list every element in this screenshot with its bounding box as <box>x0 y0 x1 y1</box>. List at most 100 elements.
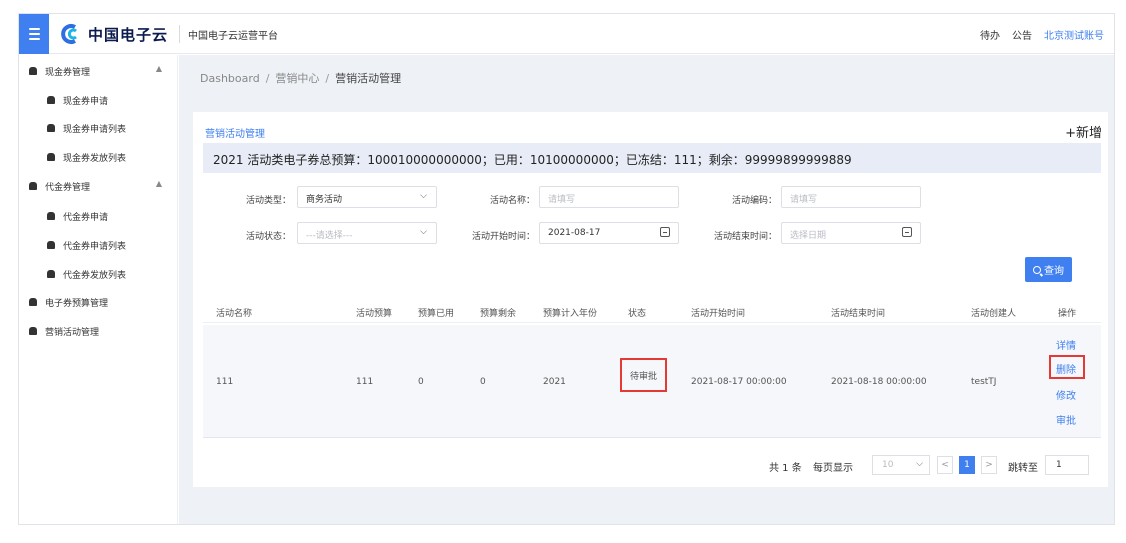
car-icon <box>47 212 55 220</box>
brand-logo[interactable]: 中国电子云 <box>61 23 168 45</box>
sidebar-item-label: 现金券申请 <box>63 96 109 107</box>
car-icon <box>47 270 55 278</box>
main-content: Dashboard / 营销中心 / 营销活动管理 营销活动管理 +新增 2021 活动… <box>179 55 1114 524</box>
activity-type-label: 活动类型： <box>245 196 291 206</box>
menu-icon[interactable] <box>19 14 49 54</box>
add-button[interactable]: +新增 <box>1065 122 1102 141</box>
sidebar-item-voucher-apply-list[interactable]: 代金券申请列表 <box>19 235 178 255</box>
sidebar-group-cash-coupon[interactable]: 现金券管理 ▲ <box>19 61 178 81</box>
breadcrumb: Dashboard / 营销中心 / 营销活动管理 <box>200 70 401 86</box>
activity-status-label: 活动状态： <box>245 232 291 242</box>
search-icon <box>1033 265 1041 274</box>
sidebar-group-voucher[interactable]: 代金券管理 ▲ <box>19 176 178 196</box>
sidebar: 现金券管理 ▲ 现金券申请 现金券申请列表 现金券发放列表 代金券管理 ▲ 代金… <box>19 55 178 524</box>
top-right-links: 待办 公告 北京测试账号 <box>980 27 1104 42</box>
sidebar-item-label: 营销活动管理 <box>45 327 100 338</box>
column-header: 活动创建人 <box>971 309 1017 319</box>
caret-up-icon: ▲ <box>155 64 162 73</box>
breadcrumb-separator: / <box>265 72 270 85</box>
activity-status-select[interactable]: ---请选择--- ⌵ <box>297 222 437 244</box>
jump-input[interactable]: 1 <box>1045 455 1089 475</box>
next-page-button[interactable]: > <box>981 456 997 474</box>
column-header: 活动预算 <box>356 309 393 319</box>
column-header: 活动结束时间 <box>831 309 886 319</box>
end-date-placeholder: 选择日期 <box>790 231 827 241</box>
sidebar-item-marketing[interactable]: 营销活动管理 <box>19 321 178 341</box>
column-header: 预算已用 <box>418 309 455 319</box>
account-link[interactable]: 北京测试账号 <box>1044 27 1104 42</box>
breadcrumb-item[interactable]: 营销中心 <box>275 72 319 85</box>
page-button[interactable]: 1 <box>959 456 975 474</box>
budget-summary: 2021 活动类电子券总预算：100010000000000；已用：101000… <box>203 143 1101 173</box>
caret-up-icon: ▲ <box>155 179 162 188</box>
sidebar-group-label: 代金券管理 <box>45 182 91 193</box>
start-date-value: 2021-08-17 <box>548 228 601 238</box>
status-text: 待审批 <box>629 371 657 382</box>
prev-page-button[interactable]: < <box>937 456 953 474</box>
activity-status-placeholder: ---请选择--- <box>306 231 353 241</box>
car-icon <box>29 327 37 335</box>
top-bar: 中国电子云 中国电子云运营平台 待办 公告 北京测试账号 <box>19 14 1114 54</box>
sidebar-group-label: 现金券管理 <box>45 67 91 78</box>
calendar-icon <box>902 227 912 237</box>
sidebar-item-budget[interactable]: 电子券预算管理 <box>19 292 178 312</box>
car-icon <box>47 96 55 104</box>
activity-code-input[interactable]: 请填写 <box>781 186 921 208</box>
cell-start-time: 2021-08-17 00:00:00 <box>691 377 787 387</box>
car-icon <box>47 241 55 249</box>
app-frame: 中国电子云 中国电子云运营平台 待办 公告 北京测试账号 现金券管理 ▲ 现金券… <box>18 13 1115 525</box>
jump-label: 跳转至 <box>1008 463 1038 474</box>
sidebar-item-label: 代金券申请列表 <box>63 241 127 252</box>
approve-link[interactable]: 审批 <box>1056 412 1076 427</box>
start-date-picker[interactable]: 2021-08-17 <box>539 222 679 244</box>
sidebar-item-label: 代金券发放列表 <box>63 270 127 281</box>
delete-link[interactable]: 删除 <box>1056 361 1076 376</box>
cell-budget: 111 <box>356 377 374 387</box>
column-header: 活动名称 <box>216 309 253 319</box>
edit-link[interactable]: 修改 <box>1056 387 1076 402</box>
query-button[interactable]: 查询 <box>1025 257 1072 282</box>
sidebar-item-voucher-issue-list[interactable]: 代金券发放列表 <box>19 264 178 284</box>
sidebar-item-label: 现金券申请列表 <box>63 124 127 135</box>
sidebar-item-voucher-apply[interactable]: 代金券申请 <box>19 206 178 226</box>
activity-name-input[interactable]: 请填写 <box>539 186 679 208</box>
brand-logo-icon <box>61 24 77 44</box>
column-header: 预算计入年份 <box>543 309 598 319</box>
sidebar-item-cash-issue-list[interactable]: 现金券发放列表 <box>19 147 178 167</box>
table-row: 111 111 0 0 2021 待审批 2021-08-17 00:00:00… <box>203 325 1101 438</box>
cell-year: 2021 <box>543 377 566 387</box>
car-icon <box>29 182 37 190</box>
todo-link[interactable]: 待办 <box>980 27 1000 42</box>
breadcrumb-current: 营销活动管理 <box>335 72 402 85</box>
activity-name-label: 活动名称： <box>489 196 535 206</box>
sidebar-item-cash-apply-list[interactable]: 现金券申请列表 <box>19 118 178 138</box>
sidebar-item-label: 电子券预算管理 <box>45 298 109 309</box>
divider <box>179 25 180 43</box>
notice-link[interactable]: 公告 <box>1012 27 1032 42</box>
activity-type-select[interactable]: 商务活动 ⌵ <box>297 186 437 208</box>
page-size-select[interactable]: 10 ⌵ <box>872 455 930 475</box>
detail-link[interactable]: 详情 <box>1056 337 1076 352</box>
end-time-label: 活动结束时间： <box>713 232 777 242</box>
sidebar-item-label: 代金券申请 <box>63 212 109 223</box>
chevron-down-icon: ⌵ <box>420 191 427 201</box>
start-time-label: 活动开始时间： <box>471 232 535 242</box>
pagination: 共 1 条 每页显示 10 ⌵ < 1 > 跳转至 1 <box>203 455 1101 475</box>
chevron-down-icon: ⌵ <box>916 459 923 469</box>
car-icon <box>47 153 55 161</box>
sidebar-item-label: 现金券发放列表 <box>63 153 127 164</box>
breadcrumb-item[interactable]: Dashboard <box>200 72 260 85</box>
sidebar-item-cash-apply[interactable]: 现金券申请 <box>19 90 178 110</box>
table-header: 活动名称 活动预算 预算已用 预算剩余 预算计入年份 状态 活动开始时间 活动结… <box>203 299 1101 323</box>
cell-used: 0 <box>418 377 424 387</box>
query-label: 查询 <box>1044 266 1064 277</box>
end-date-picker[interactable]: 选择日期 <box>781 222 921 244</box>
chevron-down-icon: ⌵ <box>420 227 427 237</box>
column-header: 活动开始时间 <box>691 309 746 319</box>
cell-remaining: 0 <box>480 377 486 387</box>
cell-end-time: 2021-08-18 00:00:00 <box>831 377 927 387</box>
column-header: 状态 <box>628 309 647 319</box>
car-icon <box>29 298 37 306</box>
car-icon <box>29 67 37 75</box>
status-badge: 待审批 <box>620 358 667 392</box>
